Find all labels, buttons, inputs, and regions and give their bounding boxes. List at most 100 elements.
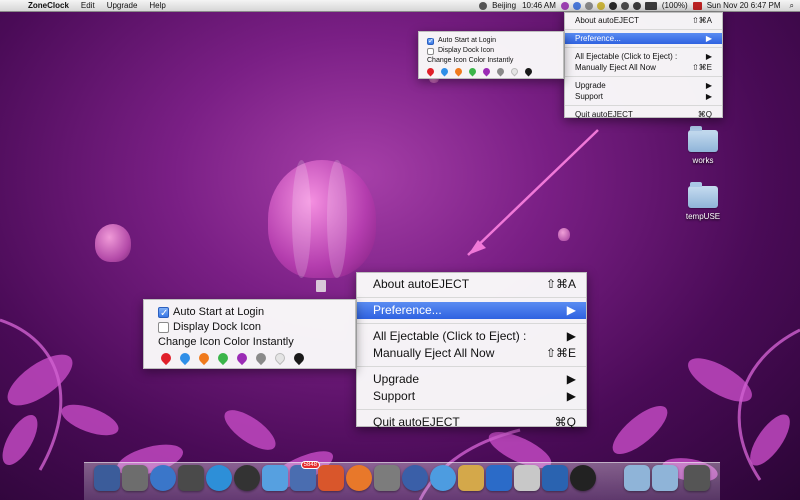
rocket-launchpad-icon[interactable] xyxy=(122,465,148,491)
status-icon[interactable] xyxy=(596,2,605,10)
bluetooth-icon[interactable] xyxy=(608,2,617,10)
balloon-large-decoration xyxy=(268,160,376,278)
pin-green-icon[interactable] xyxy=(215,350,231,365)
pin-white-icon[interactable] xyxy=(272,350,288,365)
battery-icon[interactable] xyxy=(644,2,657,10)
balloon-basket-decoration xyxy=(316,280,326,292)
chrome-icon[interactable] xyxy=(318,465,344,491)
eject-icon[interactable] xyxy=(584,2,593,10)
city-label[interactable]: Beijing xyxy=(489,0,519,12)
pin-green-icon[interactable] xyxy=(467,66,478,76)
flag-icon[interactable] xyxy=(692,2,702,10)
applications-folder-icon[interactable] xyxy=(624,465,650,491)
submenu-arrow-icon: ▶ xyxy=(566,389,576,403)
city-time[interactable]: 10:46 AM xyxy=(519,0,559,12)
pdf-icon[interactable] xyxy=(514,465,540,491)
trash-icon[interactable] xyxy=(684,465,710,491)
messenger-icon[interactable] xyxy=(262,465,288,491)
menu-item-all-ejectable[interactable]: All Ejectable (Click to Eject) : ▶ xyxy=(565,51,722,62)
menu-item-manually-eject[interactable]: Manually Eject All Now ⇧⌘E xyxy=(357,345,586,362)
dashboard-icon[interactable] xyxy=(234,465,260,491)
submenu-arrow-icon: ▶ xyxy=(566,372,576,386)
pin-red-icon[interactable] xyxy=(158,350,174,365)
pin-red-icon[interactable] xyxy=(425,66,436,76)
pin-black-icon[interactable] xyxy=(523,66,534,76)
battery-percent[interactable]: (100%) xyxy=(659,0,691,12)
preview-icon[interactable] xyxy=(458,465,484,491)
menu-item-all-ejectable[interactable]: All Ejectable (Click to Eject) : ▶ xyxy=(357,328,586,345)
balloon-small-left-decoration xyxy=(95,224,131,262)
menu-item-support[interactable]: Support ▶ xyxy=(357,388,586,405)
menu-app-name[interactable]: ZoneClock xyxy=(22,0,75,12)
google-earth-icon[interactable] xyxy=(402,465,428,491)
folder-label: tempUSE xyxy=(685,212,721,221)
menu-item-preference[interactable]: Preference... ▶ xyxy=(565,33,722,44)
menu-help[interactable]: Help xyxy=(143,0,171,12)
zone-clock-icon[interactable] xyxy=(570,465,596,491)
menu-item-about[interactable]: About autoEJECT ⇧⌘A xyxy=(565,15,722,26)
auto-start-label: Auto Start at Login xyxy=(438,37,496,44)
itunes-icon[interactable] xyxy=(150,465,176,491)
auto-start-label: Auto Start at Login xyxy=(173,306,265,318)
film-icon[interactable] xyxy=(178,465,204,491)
submenu-arrow-icon: ▶ xyxy=(705,34,712,43)
pin-black-icon[interactable] xyxy=(291,350,307,365)
pin-blue-icon[interactable] xyxy=(439,66,450,76)
clock-icon[interactable] xyxy=(479,2,488,10)
folder-tempuse[interactable]: tempUSE xyxy=(680,182,726,221)
dock: 5848 xyxy=(84,461,720,500)
wifi-icon[interactable] xyxy=(620,2,629,10)
submenu-arrow-icon: ▶ xyxy=(566,303,576,317)
change-color-label: Change Icon Color Instantly xyxy=(427,57,514,64)
downloads-folder-icon[interactable] xyxy=(652,465,678,491)
utility-icon[interactable] xyxy=(374,465,400,491)
color-pins-large xyxy=(158,350,341,365)
dock-icon-checkbox[interactable] xyxy=(427,47,434,55)
pin-purple-icon[interactable] xyxy=(234,350,250,365)
screen-icon[interactable] xyxy=(542,465,568,491)
auto-start-checkbox[interactable] xyxy=(427,37,434,47)
menu-edit[interactable]: Edit xyxy=(75,0,101,12)
auto-start-row[interactable]: Auto Start at Login xyxy=(158,305,341,321)
change-color-label: Change Icon Color Instantly xyxy=(158,336,294,348)
finder-icon[interactable] xyxy=(94,465,120,491)
app-store-icon[interactable] xyxy=(206,465,232,491)
folder-icon xyxy=(688,126,718,152)
submenu-arrow-icon: ▶ xyxy=(566,329,576,343)
menu-item-upgrade[interactable]: Upgrade ▶ xyxy=(357,371,586,388)
date-time[interactable]: Sun Nov 20 6:47 PM xyxy=(704,0,784,12)
menu-item-support[interactable]: Support ▶ xyxy=(565,91,722,102)
menu-item-upgrade[interactable]: Upgrade ▶ xyxy=(565,80,722,91)
pin-orange-icon[interactable] xyxy=(453,66,464,76)
auto-start-row[interactable]: Auto Start at Login xyxy=(427,36,555,47)
status-area: Beijing 10:46 AM (100%) Sun Nov 20 6:47 … xyxy=(477,0,800,12)
menu-item-about[interactable]: About autoEJECT ⇧⌘A xyxy=(357,276,586,293)
volume-icon[interactable] xyxy=(632,2,641,10)
pin-gray-icon[interactable] xyxy=(253,350,269,365)
folder-works[interactable]: works xyxy=(680,126,726,165)
pin-white-icon[interactable] xyxy=(509,66,520,76)
menu-item-preference[interactable]: Preference... ▶ xyxy=(357,302,586,319)
pin-blue-icon[interactable] xyxy=(177,350,193,365)
spotlight-search-icon[interactable]: ⌕ xyxy=(784,0,800,12)
mail-icon[interactable]: 5848 xyxy=(290,461,320,491)
pin-orange-icon[interactable] xyxy=(196,350,212,365)
safari-icon[interactable] xyxy=(430,465,456,491)
pin-purple-icon[interactable] xyxy=(481,66,492,76)
menu-item-manually-eject[interactable]: Manually Eject All Now ⇧⌘E xyxy=(565,62,722,73)
heart-icon[interactable] xyxy=(560,2,569,10)
autoeject-menu-small: About autoEJECT ⇧⌘A Preference... ▶ All Ej… xyxy=(564,12,723,120)
dock-icon-row[interactable]: Display Dock Icon xyxy=(158,320,341,335)
pin-gray-icon[interactable] xyxy=(495,66,506,76)
menu-upgrade[interactable]: Upgrade xyxy=(101,0,144,12)
menu-item-quit[interactable]: Quit autoEJECT ⌘Q xyxy=(565,109,722,120)
dock-icon-checkbox[interactable] xyxy=(158,322,169,333)
menu-item-quit[interactable]: Quit autoEJECT ⌘Q xyxy=(357,414,586,431)
auto-start-checkbox[interactable] xyxy=(158,306,169,321)
xcode-icon[interactable] xyxy=(486,465,512,491)
autoeject-icon[interactable] xyxy=(572,2,581,10)
submenu-arrow-icon: ▶ xyxy=(705,81,712,90)
firefox-icon[interactable] xyxy=(346,465,372,491)
folder-icon xyxy=(688,182,718,208)
dock-icon-row[interactable]: Display Dock Icon xyxy=(427,46,555,56)
